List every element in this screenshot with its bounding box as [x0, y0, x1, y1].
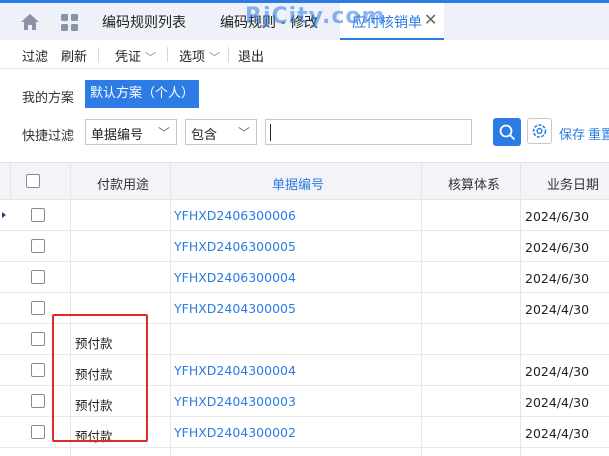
cell-document-number-link[interactable]: YFHXD2406300004	[174, 270, 296, 285]
select-all-checkbox[interactable]	[26, 174, 40, 188]
table-row[interactable]: YFHXD2406300006 2024/6/30	[0, 200, 609, 231]
column-divider	[10, 162, 11, 200]
row-checkbox[interactable]	[31, 394, 45, 408]
text-caret	[270, 124, 271, 141]
cell-business-date: 2024/4/30	[525, 395, 590, 410]
toolbar-divider	[228, 47, 229, 62]
filter-field-value: 单据编号	[91, 128, 144, 143]
chevron-down-icon: ﹀	[145, 51, 157, 64]
current-row-indicator-icon	[2, 212, 6, 218]
row-checkbox[interactable]	[31, 363, 45, 377]
cell-business-date: 2024/6/30	[525, 240, 590, 255]
exit-button[interactable]: 退出	[238, 46, 264, 65]
cell-document-number-link[interactable]: YFHXD2404300005	[174, 301, 296, 316]
toolbar-divider	[167, 47, 168, 62]
row-checkbox[interactable]	[31, 425, 45, 439]
search-button[interactable]	[493, 118, 521, 146]
cell-document-number-link[interactable]: YFHXD2404300003	[174, 394, 296, 409]
toolbar: 过滤 刷新 凭证 ﹀ 选项 ﹀ 退出	[0, 40, 609, 69]
chevron-down-icon: ﹀	[157, 126, 170, 140]
gear-icon	[532, 124, 547, 138]
row-checkbox[interactable]	[31, 239, 45, 253]
quick-filter-label: 快捷过滤	[22, 129, 75, 144]
options-label: 选项	[179, 50, 206, 65]
toolbar-divider	[98, 47, 99, 62]
filter-operator-select[interactable]: 包含 ﹀	[185, 119, 257, 145]
row-checkbox[interactable]	[31, 332, 45, 346]
save-scheme-link[interactable]: 保存	[559, 124, 585, 143]
voucher-menu[interactable]: 凭证 ﹀	[115, 46, 156, 65]
default-scheme-button[interactable]: 默认方案（个人）	[85, 80, 199, 108]
row-checkbox[interactable]	[31, 270, 45, 284]
row-checkbox[interactable]	[31, 301, 45, 315]
cell-business-date: 2024/6/30	[525, 271, 590, 286]
cell-document-number-link[interactable]: YFHXD2406300005	[174, 239, 296, 254]
options-menu[interactable]: 选项 ﹀	[179, 46, 220, 65]
filter-value-input[interactable]	[265, 119, 472, 145]
cell-business-date: 2024/4/30	[525, 302, 590, 317]
voucher-label: 凭证	[115, 50, 142, 65]
my-scheme-label: 我的方案	[22, 91, 75, 106]
chevron-down-icon: ﹀	[237, 126, 250, 140]
cell-business-date: 2024/6/30	[525, 209, 590, 224]
tab-encoding-rule-list[interactable]: 编码规则列表	[102, 12, 186, 32]
column-header-business-date[interactable]: 业务日期	[547, 174, 599, 193]
filter-button[interactable]: 过滤	[22, 46, 48, 65]
column-header-accounting-system[interactable]: 核算体系	[448, 174, 500, 193]
cell-business-date: 2024/4/30	[525, 426, 590, 441]
app-grid-icon[interactable]	[61, 14, 78, 31]
cell-document-number-link[interactable]: YFHXD2404300004	[174, 363, 296, 378]
cell-document-number-link[interactable]: YFHXD2404300002	[174, 425, 296, 440]
filter-field-select[interactable]: 单据编号 ﹀	[85, 119, 177, 145]
watermark: RjCity.com	[245, 4, 386, 29]
search-icon	[499, 124, 515, 140]
highlight-box	[52, 314, 148, 442]
settings-button[interactable]	[527, 118, 552, 144]
cell-document-number-link[interactable]: YFHXD2406300006	[174, 208, 296, 223]
table-row[interactable]: YFHXD2406300005 2024/6/30	[0, 231, 609, 262]
close-icon[interactable]: ✕	[424, 10, 437, 29]
chevron-down-icon: ﹀	[209, 51, 221, 64]
reset-link[interactable]: 重置	[588, 124, 609, 143]
filter-operator-value: 包含	[191, 128, 218, 143]
column-header-payment-use[interactable]: 付款用途	[97, 174, 149, 193]
table-row[interactable]: YFHXD2406300004 2024/6/30	[0, 262, 609, 293]
column-header-document-number[interactable]: 单据编号	[272, 174, 324, 193]
home-icon[interactable]	[20, 13, 40, 31]
refresh-button[interactable]: 刷新	[61, 46, 87, 65]
grid-header: 付款用途 单据编号 核算体系 业务日期	[0, 162, 609, 200]
cell-business-date: 2024/4/30	[525, 364, 590, 379]
row-checkbox[interactable]	[31, 208, 45, 222]
